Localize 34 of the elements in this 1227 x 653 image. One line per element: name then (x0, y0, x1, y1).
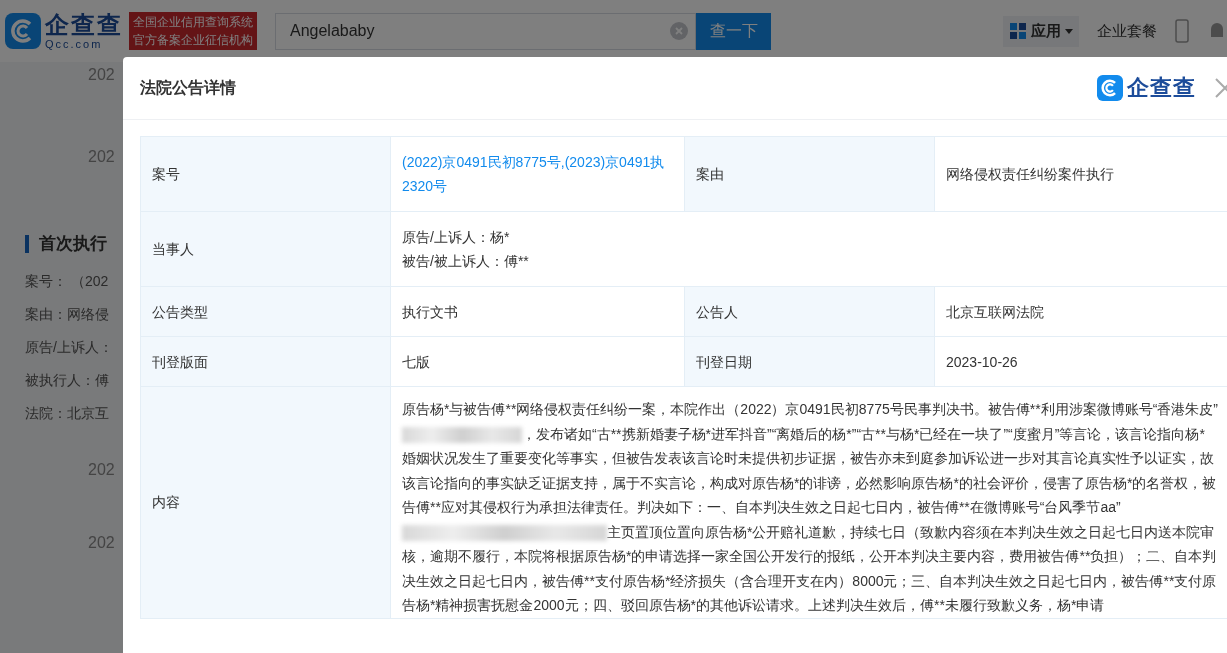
field-label: 内容 (140, 386, 391, 618)
field-value: 网络侵权责任纠纷案件执行 (934, 136, 1227, 212)
detail-field: 法院：北京互 (25, 405, 109, 423)
certification-badge: 全国企业信用查询系统 官方备案企业征信机构 (129, 12, 257, 50)
party-line: 被告/被上诉人：傅** (402, 252, 530, 271)
detail-field: 被执行人：傅 (25, 372, 109, 390)
section-title: 首次执行 (39, 233, 107, 255)
logo-text: 企查查 (45, 12, 123, 37)
logo-domain: Qcc.com (45, 38, 104, 50)
detail-field: 案由：网络侵 (25, 306, 109, 324)
package-link[interactable]: 企业套餐 (1097, 21, 1157, 41)
detail-field: 案号： （202 (25, 273, 109, 291)
field-label: 公告人 (684, 286, 935, 337)
logo-icon[interactable] (5, 13, 41, 49)
field-value: 执行文书 (390, 286, 685, 337)
phone-icon[interactable] (1175, 19, 1189, 43)
field-label: 当事人 (140, 211, 391, 287)
caret-icon (1065, 28, 1073, 34)
field-label: 案号 (140, 136, 391, 212)
apps-menu[interactable]: 应用 (1003, 15, 1079, 47)
dialog-title: 法院公告详情 (140, 77, 236, 98)
search-field[interactable]: Angelababy (275, 12, 696, 50)
field-label: 刊登版面 (140, 336, 391, 387)
search-button[interactable]: 查一下 (696, 12, 771, 50)
grid-icon (1009, 22, 1027, 40)
field-label: 刊登日期 (684, 336, 935, 387)
brand-text: 企查查 (1127, 74, 1196, 102)
detail-field: 原告/上诉人： (25, 339, 113, 357)
clear-icon[interactable] (670, 21, 688, 40)
party-line: 原告/上诉人：杨* (402, 228, 511, 247)
field-label: 公告类型 (140, 286, 391, 337)
field-label: 案由 (684, 136, 935, 212)
logo-icon (1097, 75, 1123, 101)
field-value: 七版 (390, 336, 685, 387)
